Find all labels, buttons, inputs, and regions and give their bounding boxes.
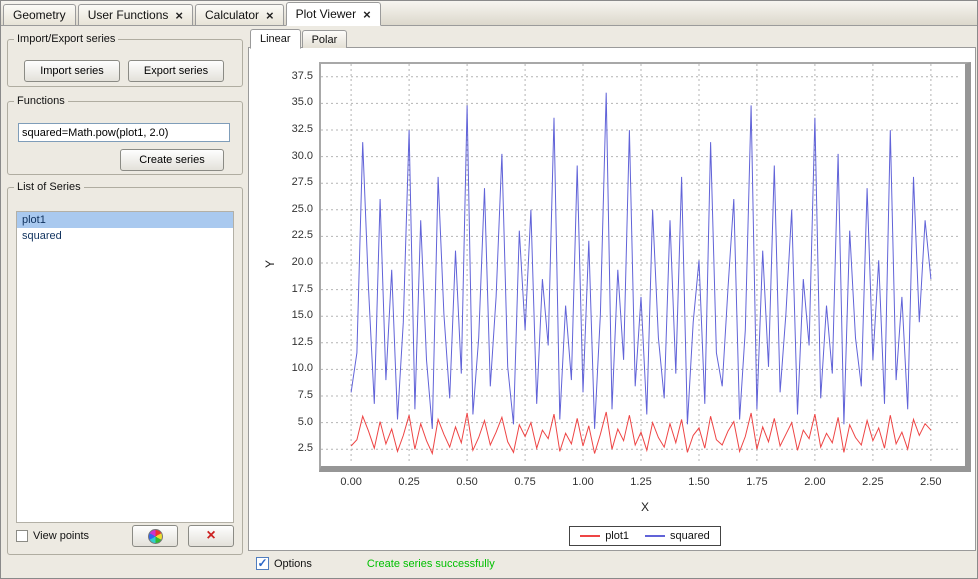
tab-linear[interactable]: Linear bbox=[250, 29, 301, 49]
close-icon[interactable]: × bbox=[175, 9, 183, 22]
tab-user-functions[interactable]: User Functions × bbox=[78, 4, 193, 25]
create-series-button[interactable]: Create series bbox=[120, 149, 224, 171]
x-tick-label: 2.00 bbox=[795, 476, 835, 488]
window-tab-bar: Geometry User Functions × Calculator × P… bbox=[1, 1, 977, 26]
functions-group: Functions Create series bbox=[7, 95, 243, 175]
legend-item-squared: squared bbox=[645, 530, 710, 542]
import-export-group: Import/Export series Import series Expor… bbox=[7, 33, 243, 87]
x-tick-label: 0.00 bbox=[331, 476, 371, 488]
view-points-label: View points bbox=[33, 530, 89, 542]
plot1-line-swatch bbox=[580, 535, 600, 537]
y-tick-label: 2.5 bbox=[267, 442, 313, 454]
list-item-squared[interactable]: squared bbox=[17, 228, 233, 244]
export-series-button[interactable]: Export series bbox=[128, 60, 224, 82]
y-tick-label: 10.0 bbox=[267, 362, 313, 374]
x-axis-label: X bbox=[319, 500, 971, 514]
x-tick-label: 1.50 bbox=[679, 476, 719, 488]
y-tick-label: 12.5 bbox=[267, 336, 313, 348]
functions-group-title: Functions bbox=[14, 95, 68, 107]
options-label: Options bbox=[274, 558, 312, 570]
function-expression-input[interactable] bbox=[18, 123, 230, 142]
chart-legend: plot1 squared bbox=[319, 526, 971, 546]
legend-label-plot1: plot1 bbox=[605, 530, 629, 542]
tab-plot-viewer-label: Plot Viewer bbox=[296, 7, 356, 21]
series-list-group-title: List of Series bbox=[14, 181, 84, 193]
y-tick-label: 37.5 bbox=[267, 70, 313, 82]
sidebar: Import/Export series Import series Expor… bbox=[7, 33, 243, 555]
application-window: Geometry User Functions × Calculator × P… bbox=[0, 0, 978, 579]
x-tick-label: 0.75 bbox=[505, 476, 545, 488]
y-tick-label: 22.5 bbox=[267, 229, 313, 241]
status-message: Create series successfully bbox=[367, 558, 495, 570]
x-tick-label: 1.75 bbox=[737, 476, 777, 488]
red-x-icon: × bbox=[206, 528, 215, 544]
view-points-checkbox[interactable] bbox=[16, 530, 28, 542]
plot-viewer-pane: Linear Polar Y X plot1 squared bbox=[248, 28, 976, 576]
close-icon[interactable]: × bbox=[363, 8, 371, 21]
import-export-group-title: Import/Export series bbox=[14, 33, 118, 45]
close-icon[interactable]: × bbox=[266, 9, 274, 22]
x-tick-label: 1.00 bbox=[563, 476, 603, 488]
y-tick-label: 32.5 bbox=[267, 123, 313, 135]
tab-polar[interactable]: Polar bbox=[302, 30, 348, 48]
y-tick-label: 17.5 bbox=[267, 283, 313, 295]
y-tick-label: 5.0 bbox=[267, 416, 313, 428]
tab-geometry[interactable]: Geometry bbox=[3, 4, 76, 25]
series-listbox[interactable]: plot1 squared bbox=[16, 211, 234, 523]
legend-item-plot1: plot1 bbox=[580, 530, 629, 542]
x-tick-label: 2.25 bbox=[853, 476, 893, 488]
y-tick-label: 30.0 bbox=[267, 150, 313, 162]
series-list-controls: View points × bbox=[16, 524, 234, 548]
palette-icon bbox=[148, 529, 163, 544]
x-tick-label: 1.25 bbox=[621, 476, 661, 488]
tab-plot-viewer[interactable]: Plot Viewer × bbox=[286, 2, 381, 26]
squared-line-swatch bbox=[645, 535, 665, 537]
x-tick-label: 2.50 bbox=[911, 476, 951, 488]
x-tick-label: 0.25 bbox=[389, 476, 429, 488]
y-tick-label: 20.0 bbox=[267, 256, 313, 268]
chart-canvas bbox=[321, 64, 961, 462]
y-tick-label: 7.5 bbox=[267, 389, 313, 401]
tab-geometry-label: Geometry bbox=[13, 8, 66, 22]
y-tick-label: 15.0 bbox=[267, 309, 313, 321]
options-checkbox[interactable]: ✓ bbox=[256, 557, 269, 570]
tab-calculator[interactable]: Calculator × bbox=[195, 4, 284, 25]
y-tick-label: 35.0 bbox=[267, 96, 313, 108]
tab-calculator-label: Calculator bbox=[205, 8, 259, 22]
plot-area[interactable] bbox=[319, 62, 971, 472]
list-item-plot1[interactable]: plot1 bbox=[17, 212, 233, 228]
status-bar: ✓ Options Create series successfully bbox=[248, 551, 976, 576]
series-list-group: List of Series plot1 squared View points… bbox=[7, 181, 243, 555]
y-tick-label: 25.0 bbox=[267, 203, 313, 215]
delete-series-button[interactable]: × bbox=[188, 525, 234, 547]
import-series-button[interactable]: Import series bbox=[24, 60, 120, 82]
chart-panel: Y X plot1 squared 0.000.250.500.751.001.… bbox=[248, 47, 976, 551]
x-tick-label: 0.50 bbox=[447, 476, 487, 488]
legend-label-squared: squared bbox=[670, 530, 710, 542]
series-color-button[interactable] bbox=[132, 525, 178, 547]
y-tick-label: 27.5 bbox=[267, 176, 313, 188]
tab-user-functions-label: User Functions bbox=[88, 8, 169, 22]
plot-mode-tabs: Linear Polar bbox=[250, 28, 348, 48]
legend-box: plot1 squared bbox=[569, 526, 721, 546]
